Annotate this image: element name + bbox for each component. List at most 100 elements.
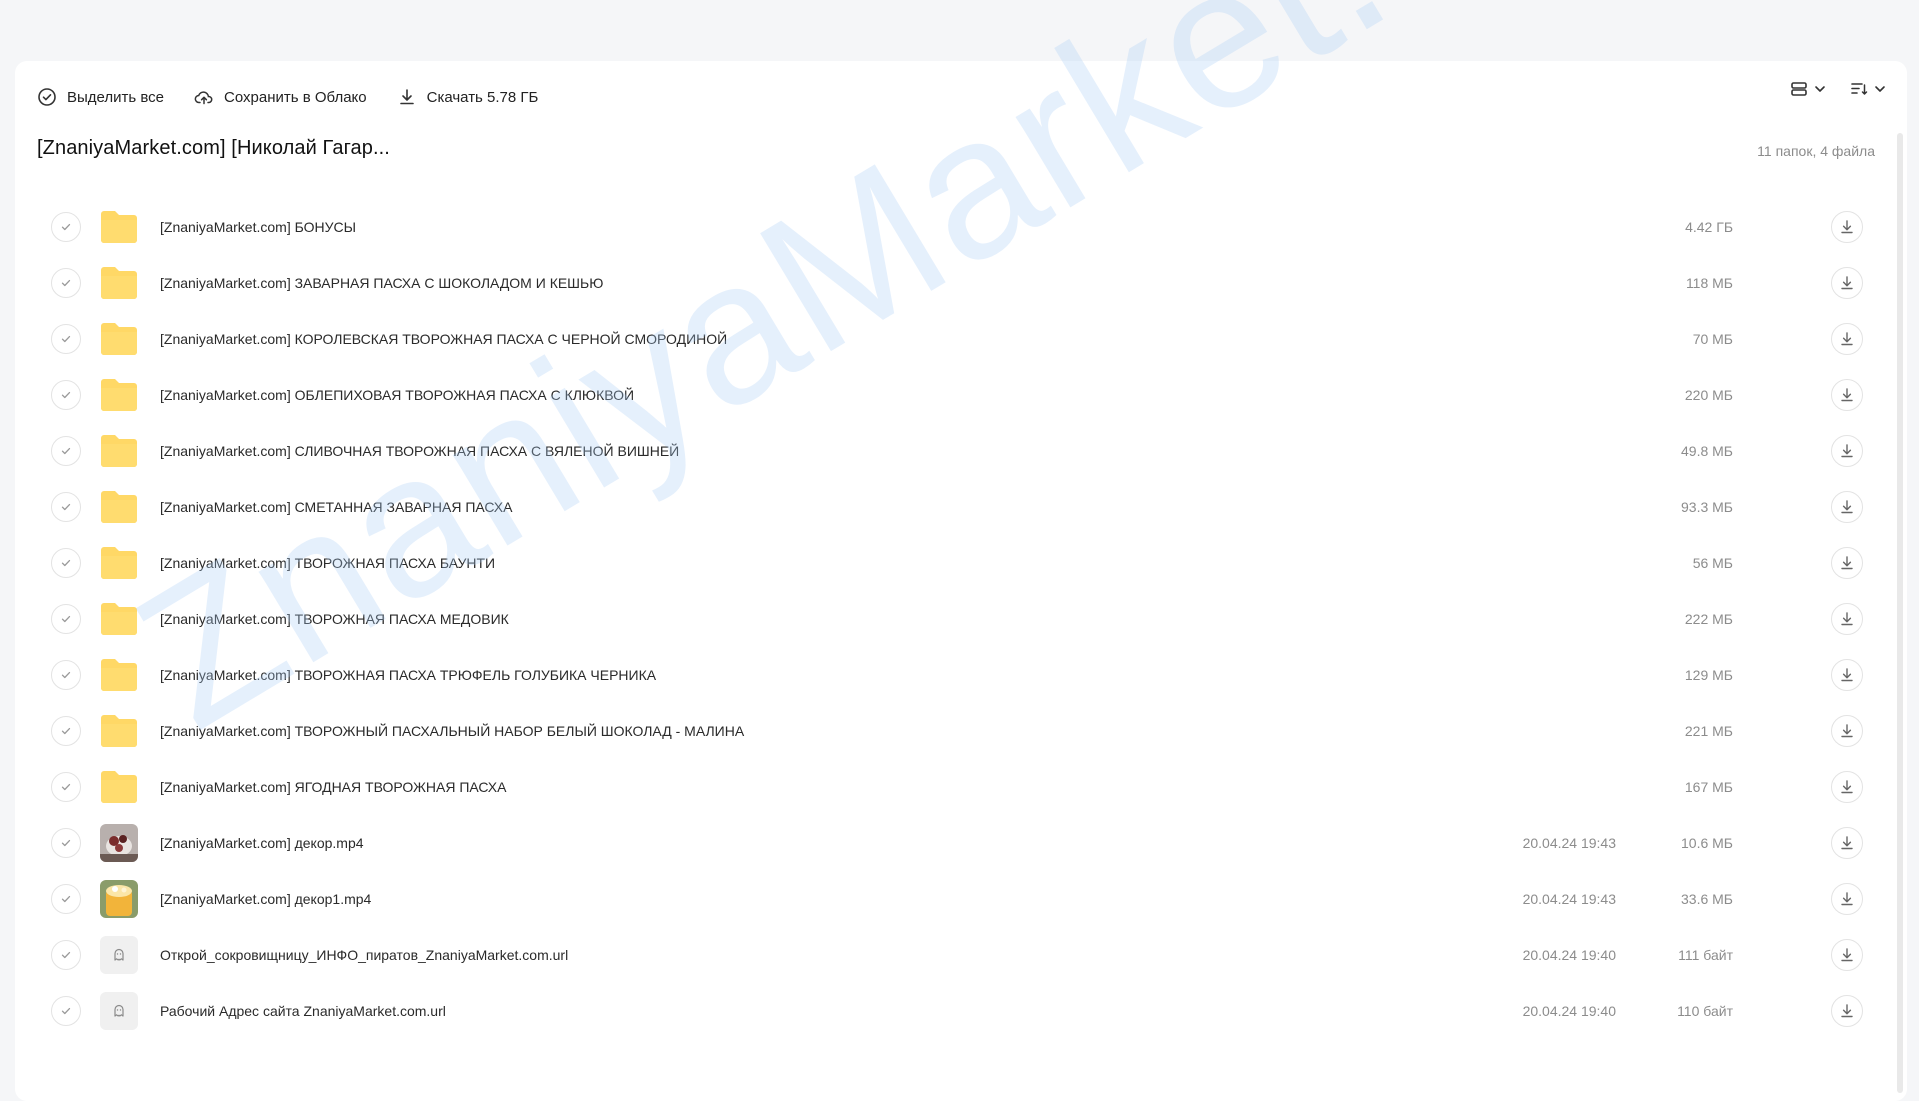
folder-row[interactable]: [ZnaniyaMarket.com] СМЕТАННАЯ ЗАВАРНАЯ П… bbox=[15, 479, 1907, 535]
item-size: 167 МБ bbox=[1684, 779, 1733, 795]
download-button[interactable] bbox=[1831, 323, 1863, 355]
item-name[interactable]: [ZnaniyaMarket.com] ТВОРОЖНЫЙ ПАСХАЛЬНЫЙ… bbox=[160, 723, 744, 739]
download-button[interactable] bbox=[1831, 715, 1863, 747]
download-button[interactable] bbox=[1831, 883, 1863, 915]
row-checkbox[interactable] bbox=[51, 436, 81, 466]
item-name[interactable]: [ZnaniyaMarket.com] ОБЛЕПИХОВАЯ ТВОРОЖНА… bbox=[160, 387, 634, 403]
item-name[interactable]: [ZnaniyaMarket.com] ТВОРОЖНАЯ ПАСХА БАУН… bbox=[160, 555, 495, 571]
folder-icon bbox=[99, 711, 139, 751]
folder-icon bbox=[99, 207, 139, 247]
check-icon bbox=[60, 277, 72, 289]
view-mode-button[interactable] bbox=[1789, 79, 1827, 99]
download-all-button[interactable]: Скачать 5.78 ГБ bbox=[397, 87, 538, 107]
download-button[interactable] bbox=[1831, 379, 1863, 411]
item-name[interactable]: Открой_сокровищницу_ИНФО_пиратов_Znaniya… bbox=[160, 947, 568, 963]
item-name[interactable]: [ZnaniyaMarket.com] ЯГОДНАЯ ТВОРОЖНАЯ ПА… bbox=[160, 779, 506, 795]
file-row[interactable]: Рабочий Адрес сайта ZnaniyaMarket.com.ur… bbox=[15, 983, 1907, 1039]
item-size: 4.42 ГБ bbox=[1685, 219, 1733, 235]
download-button[interactable] bbox=[1831, 547, 1863, 579]
file-row[interactable]: [ZnaniyaMarket.com] декор.mp4 20.04.24 19… bbox=[15, 815, 1907, 871]
row-checkbox[interactable] bbox=[51, 940, 81, 970]
folder-row[interactable]: [ZnaniyaMarket.com] ЯГОДНАЯ ТВОРОЖНАЯ ПА… bbox=[15, 759, 1907, 815]
folder-icon bbox=[99, 599, 139, 639]
download-icon bbox=[1839, 891, 1855, 907]
download-button[interactable] bbox=[1831, 267, 1863, 299]
download-icon bbox=[399, 89, 414, 105]
folder-row[interactable]: [ZnaniyaMarket.com] ЗАВАРНАЯ ПАСХА С ШОК… bbox=[15, 255, 1907, 311]
folder-row[interactable]: [ZnaniyaMarket.com] ОБЛЕПИХОВАЯ ТВОРОЖНА… bbox=[15, 367, 1907, 423]
row-checkbox[interactable] bbox=[51, 716, 81, 746]
row-checkbox[interactable] bbox=[51, 772, 81, 802]
folder-row[interactable]: [ZnaniyaMarket.com] СЛИВОЧНАЯ ТВОРОЖНАЯ … bbox=[15, 423, 1907, 479]
item-date: 20.04.24 19:40 bbox=[1522, 1003, 1616, 1019]
row-checkbox[interactable] bbox=[51, 660, 81, 690]
row-checkbox[interactable] bbox=[51, 212, 81, 242]
item-name[interactable]: [ZnaniyaMarket.com] ТВОРОЖНАЯ ПАСХА ТРЮФ… bbox=[160, 667, 656, 683]
item-name[interactable]: [ZnaniyaMarket.com] декор1.mp4 bbox=[160, 891, 371, 907]
row-checkbox[interactable] bbox=[51, 996, 81, 1026]
folder-row[interactable]: [ZnaniyaMarket.com] БОНУСЫ 4.42 ГБ bbox=[15, 199, 1907, 255]
download-button[interactable] bbox=[1831, 491, 1863, 523]
download-button[interactable] bbox=[1831, 603, 1863, 635]
download-icon bbox=[1839, 611, 1855, 627]
download-button[interactable] bbox=[1831, 827, 1863, 859]
row-checkbox[interactable] bbox=[51, 548, 81, 578]
check-icon bbox=[60, 837, 72, 849]
folder-row[interactable]: [ZnaniyaMarket.com] ТВОРОЖНАЯ ПАСХА МЕДО… bbox=[15, 591, 1907, 647]
select-all-button[interactable]: Выделить все bbox=[37, 87, 164, 107]
check-icon bbox=[60, 669, 72, 681]
folder-title: [ZnaniyaMarket.com] [Николай Гагар... bbox=[37, 137, 390, 159]
select-all-label: Выделить все bbox=[67, 88, 165, 106]
folder-summary: 11 папок, 4 файла bbox=[1757, 143, 1875, 159]
item-size: 220 МБ bbox=[1684, 387, 1733, 403]
download-icon bbox=[1839, 835, 1855, 851]
download-icon bbox=[1839, 387, 1855, 403]
file-row[interactable]: Открой_сокровищницу_ИНФО_пиратов_Znaniya… bbox=[15, 927, 1907, 983]
download-button[interactable] bbox=[1831, 995, 1863, 1027]
folder-row[interactable]: [ZnaniyaMarket.com] ТВОРОЖНЫЙ ПАСХАЛЬНЫЙ… bbox=[15, 703, 1907, 759]
sort-button[interactable] bbox=[1849, 79, 1887, 99]
item-name[interactable]: [ZnaniyaMarket.com] ЗАВАРНАЯ ПАСХА С ШОК… bbox=[160, 275, 603, 291]
folder-icon bbox=[99, 543, 139, 583]
row-checkbox[interactable] bbox=[51, 884, 81, 914]
item-size: 56 МБ bbox=[1692, 555, 1733, 571]
item-size: 129 МБ bbox=[1684, 667, 1733, 683]
row-checkbox[interactable] bbox=[51, 492, 81, 522]
item-size: 222 МБ bbox=[1684, 611, 1733, 627]
item-name[interactable]: [ZnaniyaMarket.com] СЛИВОЧНАЯ ТВОРОЖНАЯ … bbox=[160, 443, 679, 459]
file-row[interactable]: [ZnaniyaMarket.com] декор1.mp4 20.04.24 1… bbox=[15, 871, 1907, 927]
item-size: 118 МБ bbox=[1685, 275, 1733, 291]
download-button[interactable] bbox=[1831, 435, 1863, 467]
item-name[interactable]: Рабочий Адрес сайта ZnaniyaMarket.com.ur… bbox=[160, 1003, 446, 1019]
check-icon bbox=[60, 949, 72, 961]
download-icon bbox=[1839, 779, 1855, 795]
item-name[interactable]: [ZnaniyaMarket.com] БОНУСЫ bbox=[160, 219, 356, 235]
item-name[interactable]: [ZnaniyaMarket.com] ТВОРОЖНАЯ ПАСХА МЕДО… bbox=[160, 611, 509, 627]
folder-row[interactable]: [ZnaniyaMarket.com] КОРОЛЕВСКАЯ ТВОРОЖНА… bbox=[15, 311, 1907, 367]
check-icon bbox=[60, 333, 72, 345]
download-button[interactable] bbox=[1831, 939, 1863, 971]
scrollbar[interactable] bbox=[1897, 133, 1903, 1093]
download-icon bbox=[1839, 443, 1855, 459]
download-button[interactable] bbox=[1831, 211, 1863, 243]
folder-icon bbox=[99, 767, 139, 807]
download-button[interactable] bbox=[1831, 659, 1863, 691]
row-checkbox[interactable] bbox=[51, 324, 81, 354]
link-file-icon bbox=[99, 935, 139, 975]
download-button[interactable] bbox=[1831, 771, 1863, 803]
save-to-cloud-button[interactable]: Сохранить в Облако bbox=[194, 87, 367, 107]
check-icon bbox=[60, 221, 72, 233]
chevron-down-icon bbox=[1815, 86, 1825, 92]
item-name[interactable]: [ZnaniyaMarket.com] СМЕТАННАЯ ЗАВАРНАЯ П… bbox=[160, 499, 512, 515]
row-checkbox[interactable] bbox=[51, 268, 81, 298]
folder-row[interactable]: [ZnaniyaMarket.com] ТВОРОЖНАЯ ПАСХА ТРЮФ… bbox=[15, 647, 1907, 703]
item-size: 33.6 МБ bbox=[1681, 891, 1733, 907]
folder-row[interactable]: [ZnaniyaMarket.com] ТВОРОЖНАЯ ПАСХА БАУН… bbox=[15, 535, 1907, 591]
item-name[interactable]: [ZnaniyaMarket.com] декор.mp4 bbox=[160, 835, 364, 851]
row-checkbox[interactable] bbox=[51, 380, 81, 410]
item-name[interactable]: [ZnaniyaMarket.com] КОРОЛЕВСКАЯ ТВОРОЖНА… bbox=[160, 331, 727, 347]
row-checkbox[interactable] bbox=[51, 604, 81, 634]
check-icon bbox=[60, 389, 72, 401]
folder-icon bbox=[99, 319, 139, 359]
row-checkbox[interactable] bbox=[51, 828, 81, 858]
